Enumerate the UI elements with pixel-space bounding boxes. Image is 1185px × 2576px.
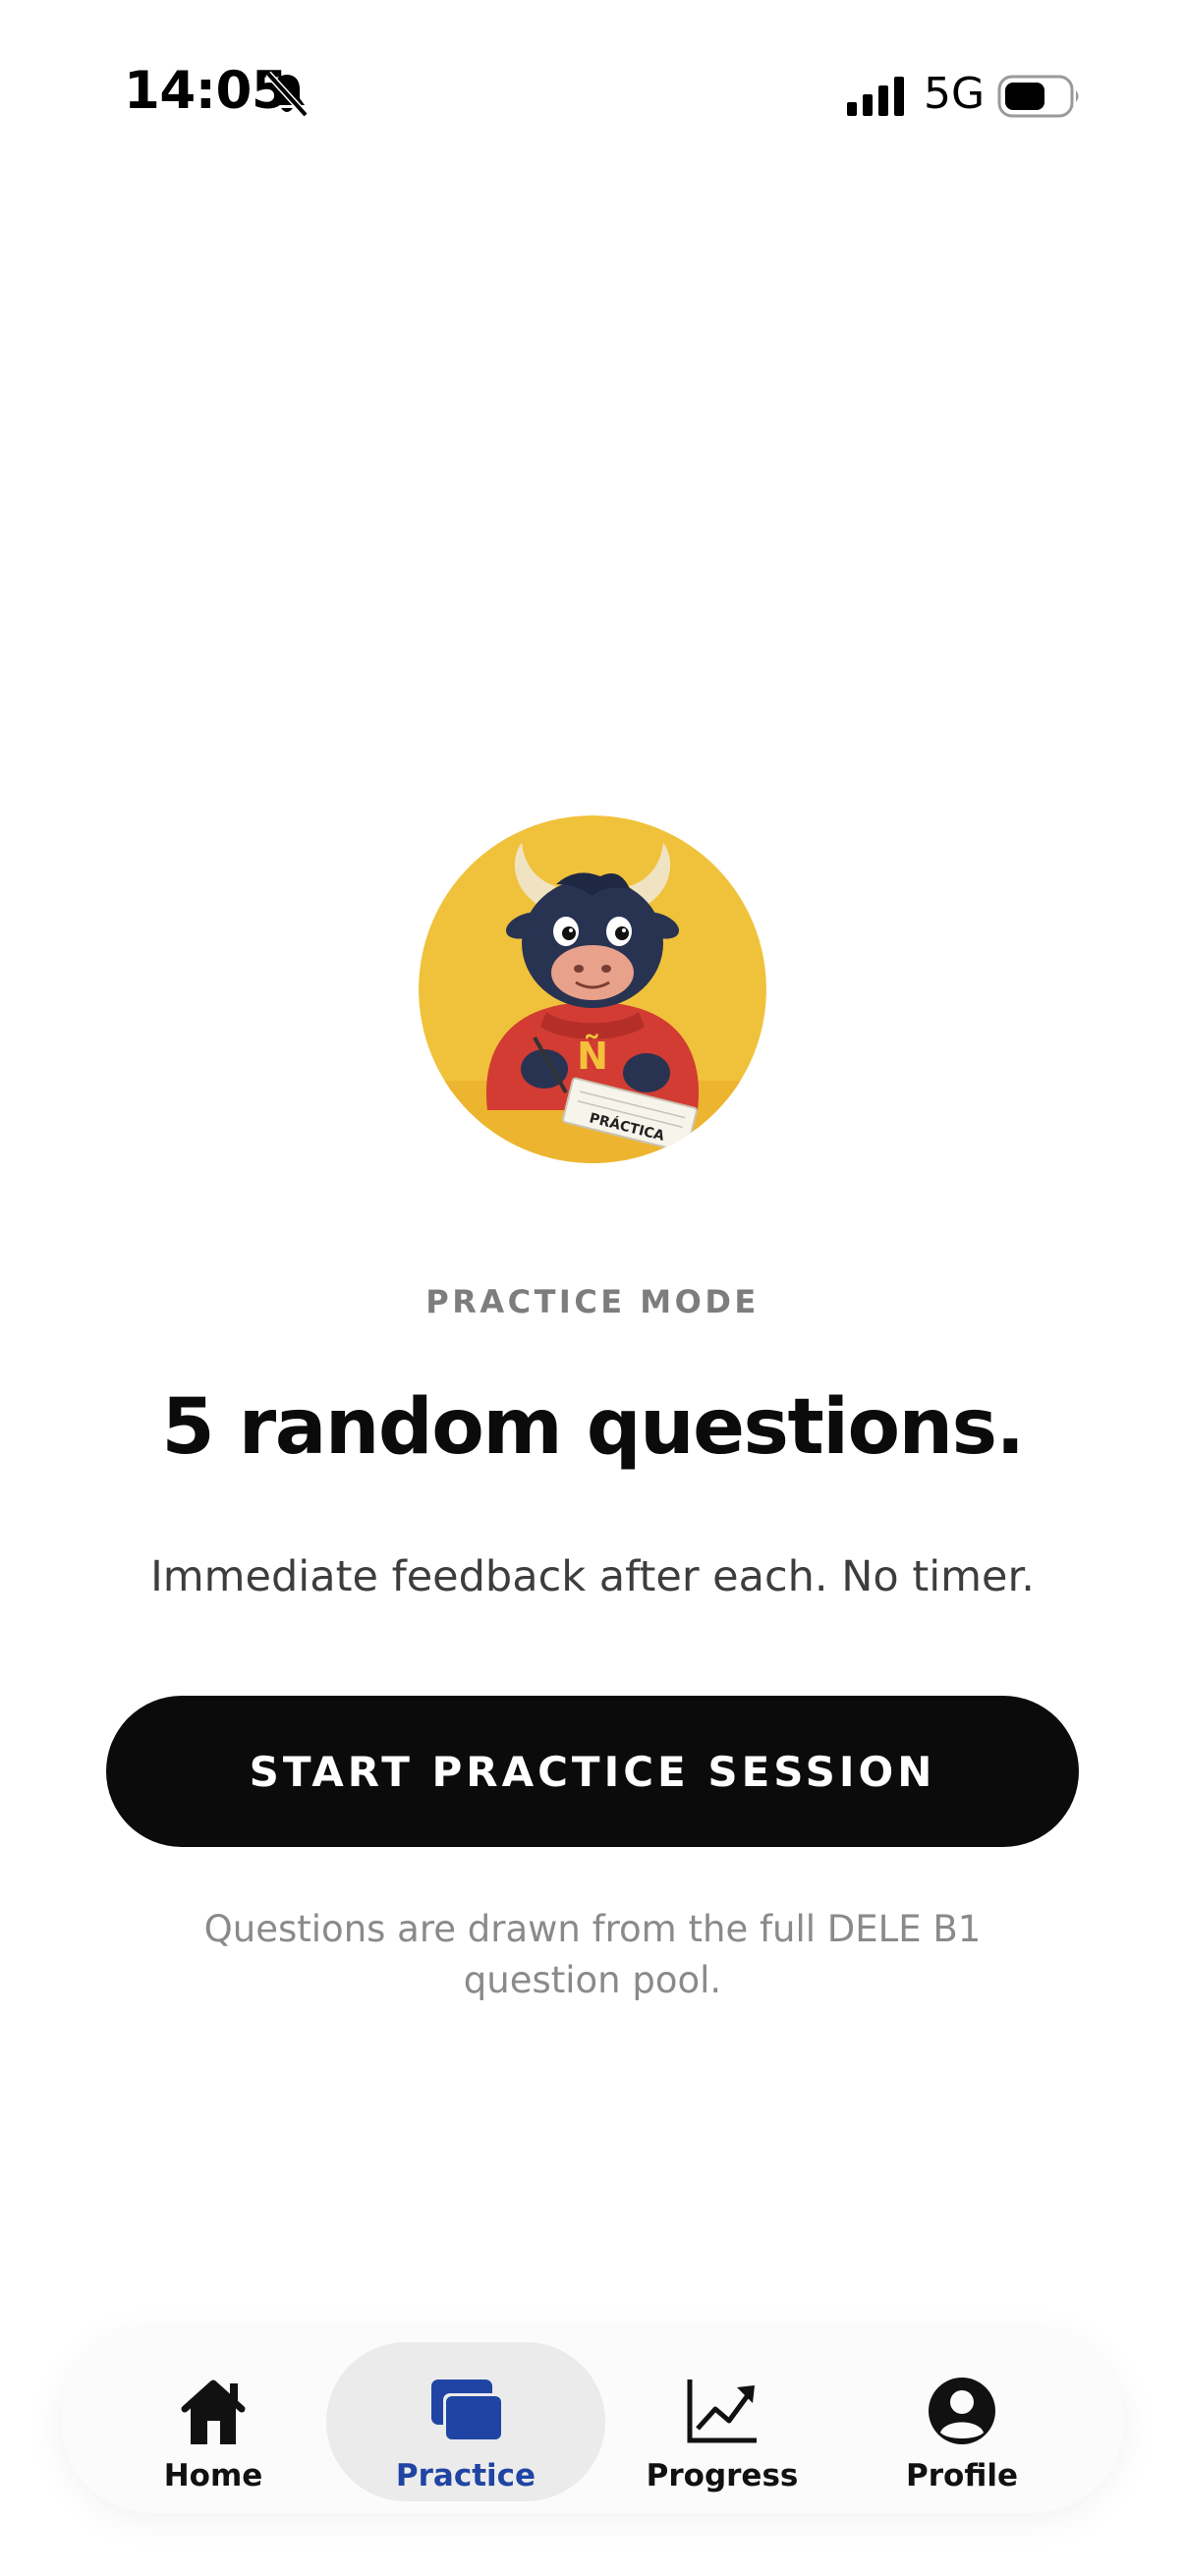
start-practice-session-label: START PRACTICE SESSION (249, 1747, 936, 1796)
profile-icon (929, 2378, 995, 2444)
practice-mode-label: PRACTICE MODE (425, 1283, 760, 1320)
trend-up-icon (687, 2380, 757, 2443)
tab-practice[interactable]: Practice (326, 2342, 605, 2501)
practice-subline: Immediate feedback after each. No timer. (150, 1552, 1035, 1601)
network-label: 5G (924, 69, 986, 119)
signal-icon (847, 77, 904, 116)
cards-icon (431, 2380, 504, 2442)
tab-progress[interactable]: Progress (605, 2342, 839, 2501)
start-practice-session-button[interactable]: START PRACTICE SESSION (106, 1696, 1079, 1847)
home-icon (181, 2380, 246, 2444)
hoodie-letter: Ñ (577, 1035, 608, 1078)
status-time: 14:05 (124, 61, 288, 121)
tab-home[interactable]: Home (100, 2342, 326, 2501)
question-pool-note: Questions are drawn from the full DELE B… (203, 1908, 982, 2001)
tab-practice-label: Practice (395, 2458, 536, 2493)
practice-screen: 14:05 5G Ñ PRÁCTICA PRACTICE MODE 5 rand… (0, 0, 1185, 2576)
bottom-tab-bar: Home Practice Progress Profile (61, 2330, 1124, 2513)
bell-off-icon (265, 71, 309, 118)
battery-icon (997, 75, 1079, 118)
tab-profile[interactable]: Profile (839, 2342, 1085, 2501)
tab-profile-label: Profile (906, 2458, 1018, 2493)
bull-mascot-illustration: Ñ PRÁCTICA (419, 815, 766, 1163)
tab-progress-label: Progress (646, 2458, 799, 2493)
tab-home-label: Home (163, 2458, 263, 2493)
status-bar: 14:05 5G (0, 0, 1185, 196)
practice-headline: 5 random questions. (161, 1383, 1025, 1472)
